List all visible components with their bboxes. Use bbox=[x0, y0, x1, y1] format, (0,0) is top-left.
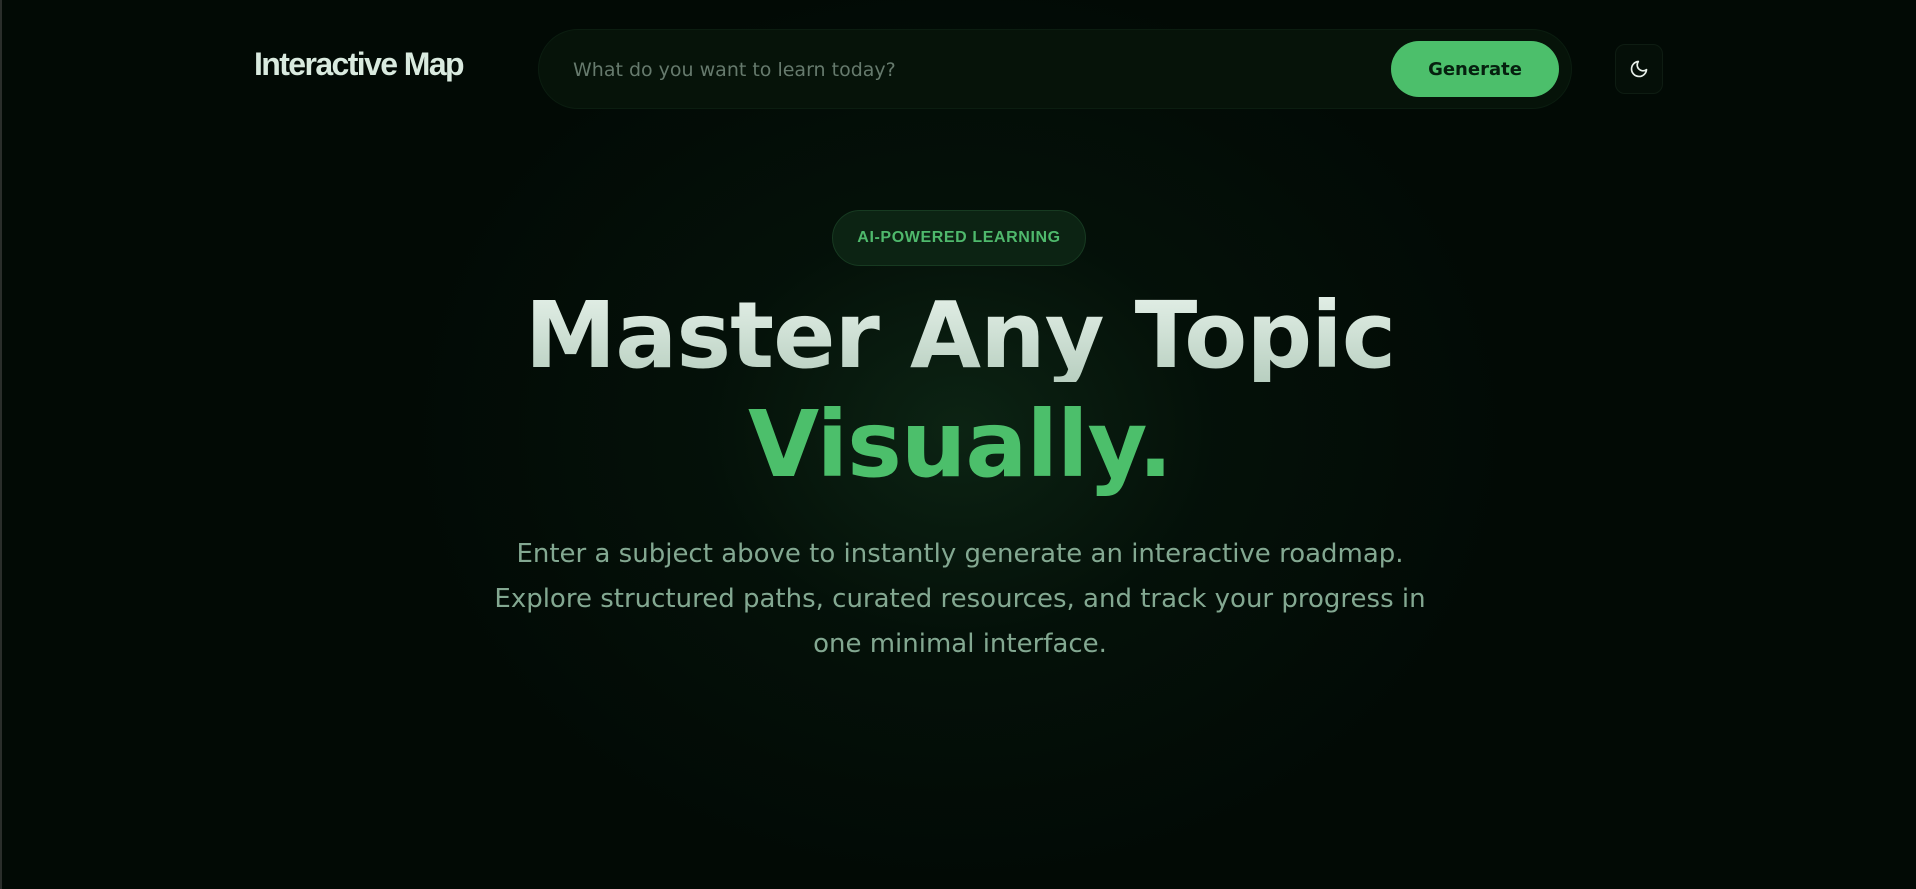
hero-title-line-2: Visually. bbox=[747, 391, 1173, 498]
search-bar: Generate bbox=[538, 29, 1572, 110]
theme-toggle-button[interactable] bbox=[1615, 44, 1663, 94]
ai-badge: AI-POWERED LEARNING bbox=[832, 210, 1086, 266]
generate-button[interactable]: Generate bbox=[1391, 41, 1559, 97]
moon-icon bbox=[1629, 59, 1649, 79]
app-logo[interactable]: Interactive Map bbox=[254, 48, 465, 80]
hero-subtitle: Enter a subject above to instantly gener… bbox=[494, 539, 1426, 659]
page-background: Interactive Map Generate AI-POWERED LEAR… bbox=[0, 0, 1916, 889]
search-input[interactable] bbox=[573, 30, 1353, 110]
hero-title-line-1: Master Any Topic bbox=[2, 290, 1916, 382]
